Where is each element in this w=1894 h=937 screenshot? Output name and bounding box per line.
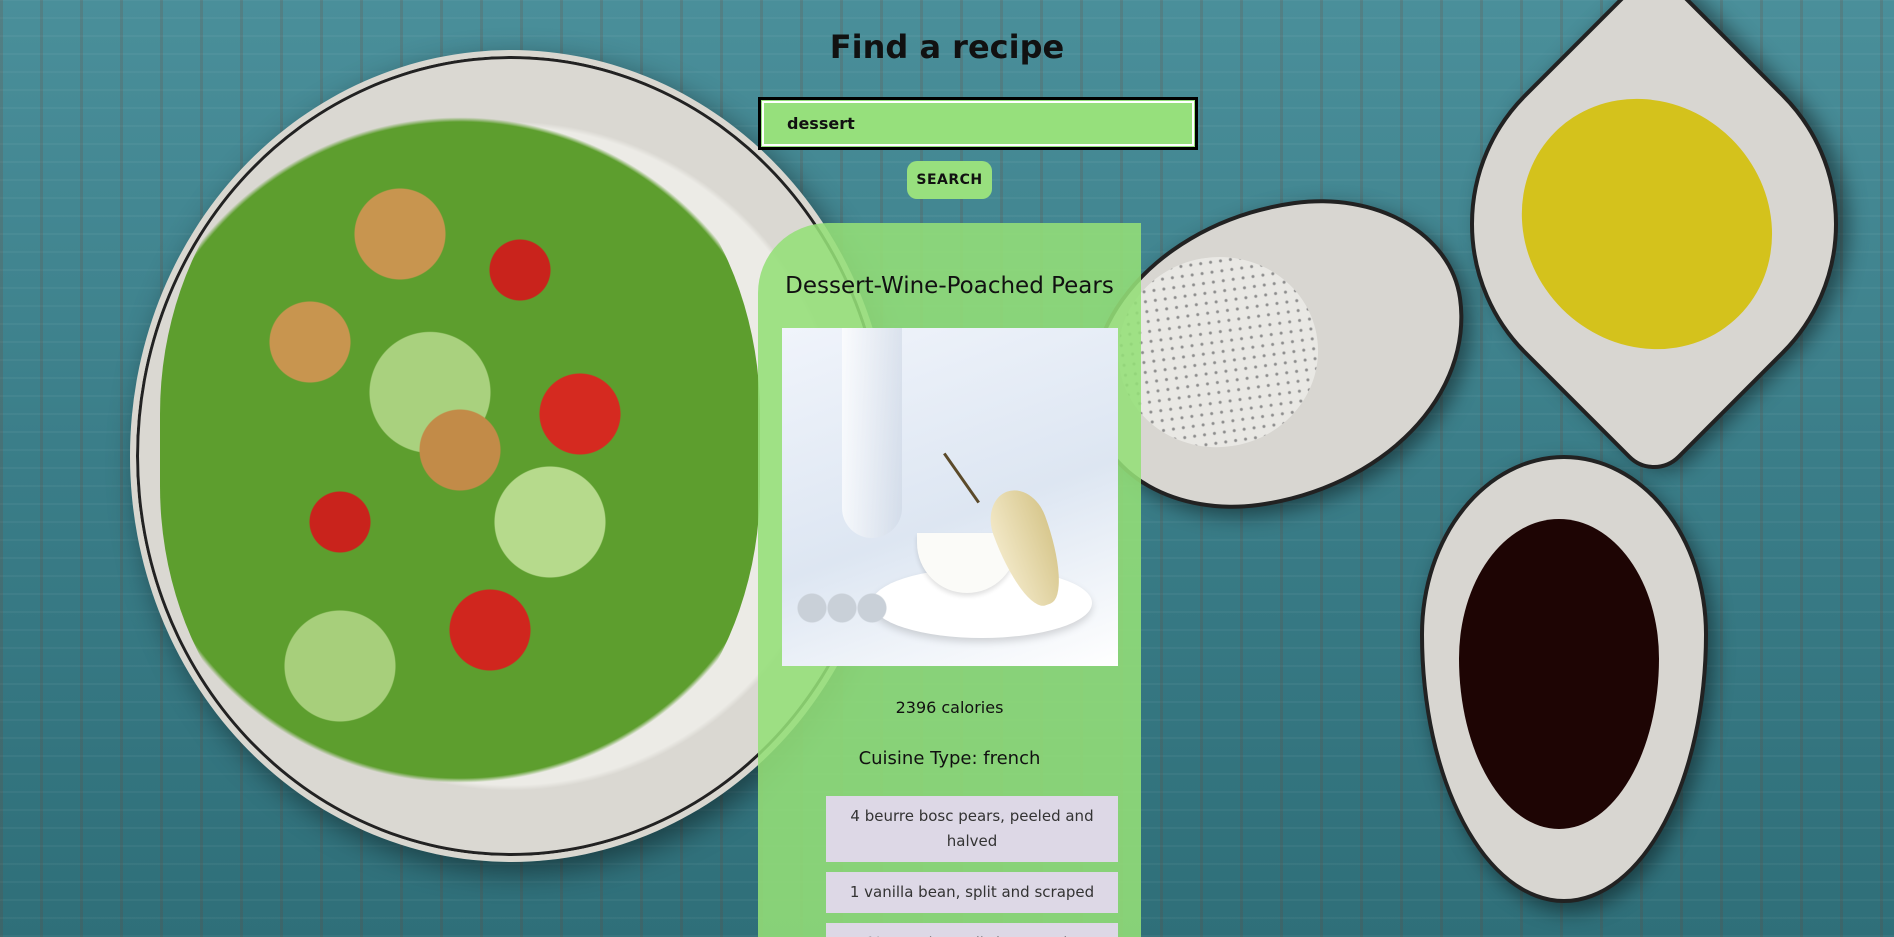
wine-glass	[842, 328, 902, 538]
recipe-cuisine: Cuisine Type: french	[858, 748, 1041, 769]
recipe-image	[782, 328, 1118, 666]
ingredient-item: 1 vanilla bean, split and scraped	[826, 872, 1118, 913]
search-button[interactable]: SEARCH	[907, 161, 992, 199]
salad	[160, 90, 760, 810]
page-title: Find a recipe	[829, 28, 1065, 66]
recipe-card: Dessert-Wine-Poached Pears 2396 calories…	[758, 223, 1141, 937]
recipe-title: Dessert-Wine-Poached Pears	[785, 273, 1114, 299]
ingredient-list: 4 beurre bosc pears, peeled and halved 1…	[826, 796, 1118, 937]
pear-stem	[943, 452, 980, 504]
ingredient-item: 4 beurre bosc pears, peeled and halved	[826, 796, 1118, 862]
ingredient-item: 1½ cups (375ml) dessert wine	[826, 923, 1118, 937]
search-input[interactable]	[758, 97, 1198, 150]
recipe-calories: 2396 calories	[895, 698, 1004, 717]
spoons	[792, 588, 892, 628]
